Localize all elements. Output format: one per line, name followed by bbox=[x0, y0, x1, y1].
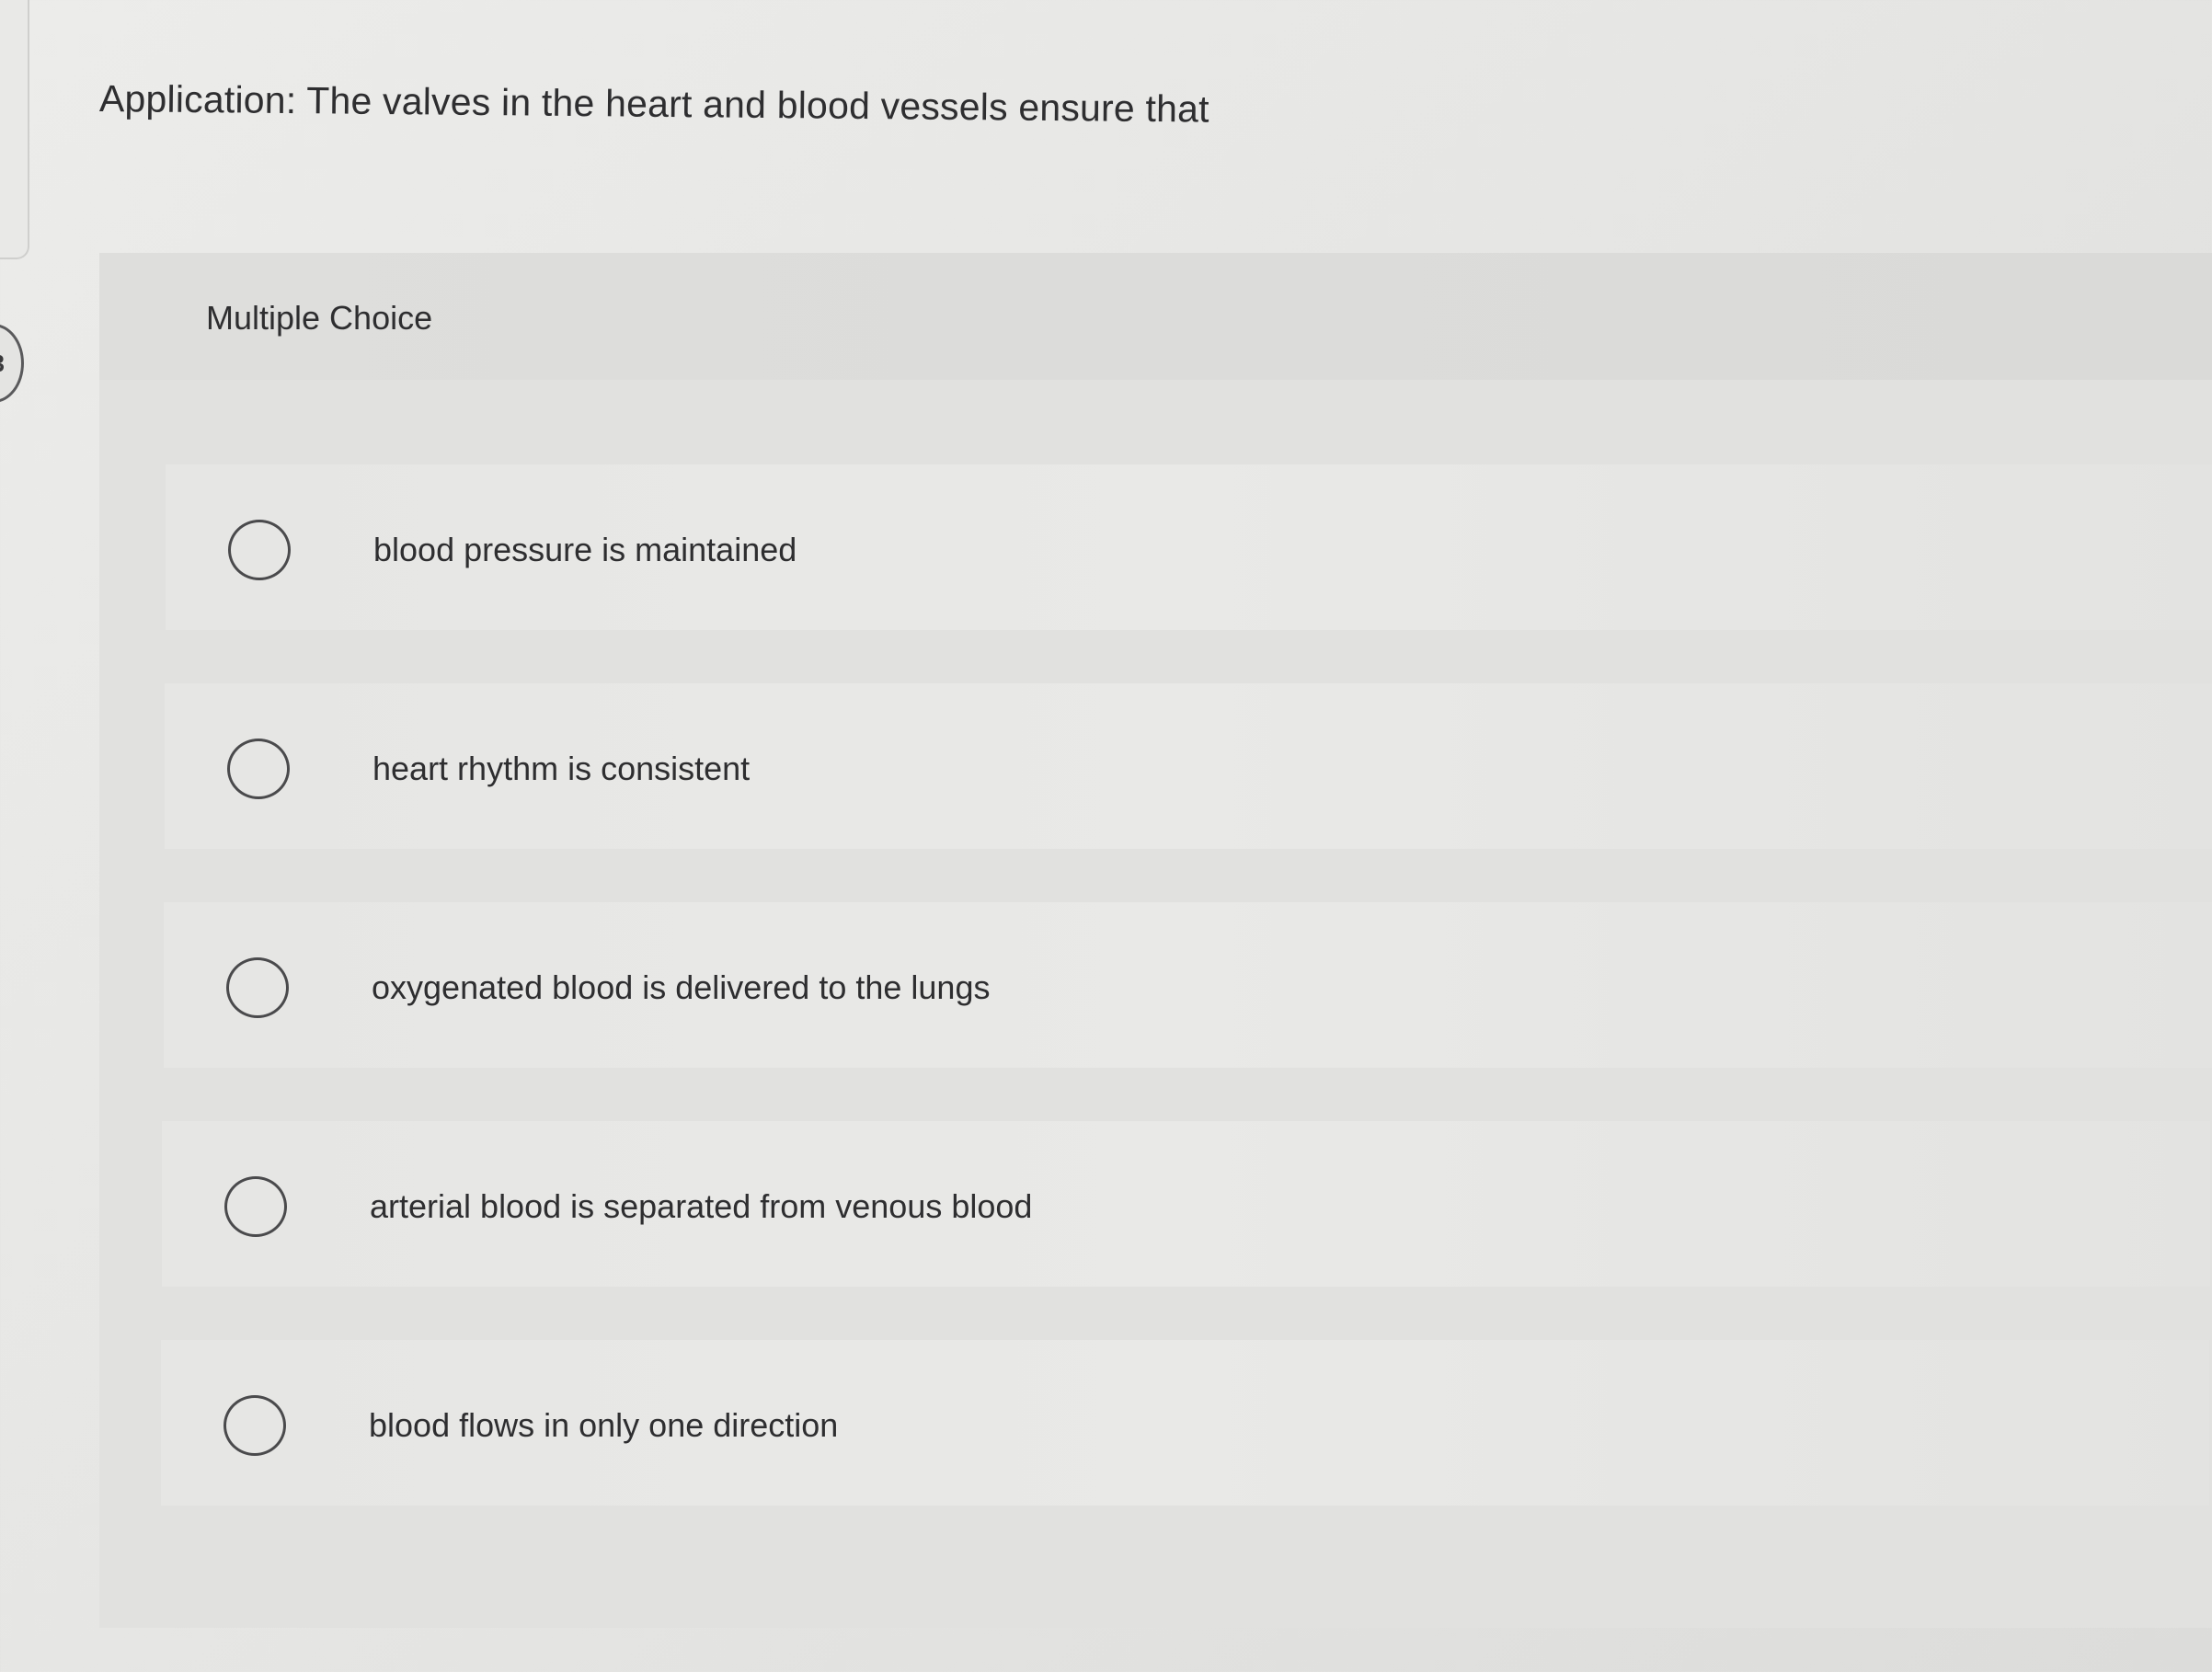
radio-button-icon[interactable] bbox=[226, 957, 289, 1018]
answer-option-label: blood flows in only one direction bbox=[369, 1406, 839, 1444]
answer-option[interactable]: arterial blood is separated from venous … bbox=[162, 1121, 2210, 1287]
radio-button-icon[interactable] bbox=[224, 1176, 287, 1237]
radio-button-icon[interactable] bbox=[223, 1395, 286, 1456]
answer-option-label: oxygenated blood is delivered to the lun… bbox=[372, 968, 991, 1006]
question-prompt: Application: The valves in the heart and… bbox=[98, 77, 1209, 131]
question-number-badge[interactable]: 3 bbox=[0, 324, 24, 403]
answer-options-list: blood pressure is maintained heart rhyth… bbox=[161, 464, 2212, 1559]
answer-option[interactable]: blood pressure is maintained bbox=[166, 464, 2212, 630]
answer-option[interactable]: heart rhythm is consistent bbox=[165, 683, 2212, 849]
radio-button-icon[interactable] bbox=[227, 739, 290, 799]
question-number: 3 bbox=[0, 349, 5, 378]
answer-option-label: heart rhythm is consistent bbox=[372, 750, 751, 787]
answer-option[interactable]: oxygenated blood is delivered to the lun… bbox=[164, 902, 2212, 1068]
radio-button-icon[interactable] bbox=[228, 520, 291, 580]
question-type-label: Multiple Choice bbox=[206, 299, 433, 337]
multiple-choice-panel: Multiple Choice blood pressure is mainta… bbox=[99, 253, 2212, 1628]
answer-option-label: blood pressure is maintained bbox=[373, 531, 797, 568]
panel-header: Multiple Choice bbox=[99, 253, 2212, 380]
answer-option[interactable]: blood flows in only one direction bbox=[161, 1340, 2209, 1506]
answer-option-label: arterial blood is separated from venous … bbox=[370, 1187, 1033, 1225]
left-navigation-rail bbox=[0, 0, 29, 259]
